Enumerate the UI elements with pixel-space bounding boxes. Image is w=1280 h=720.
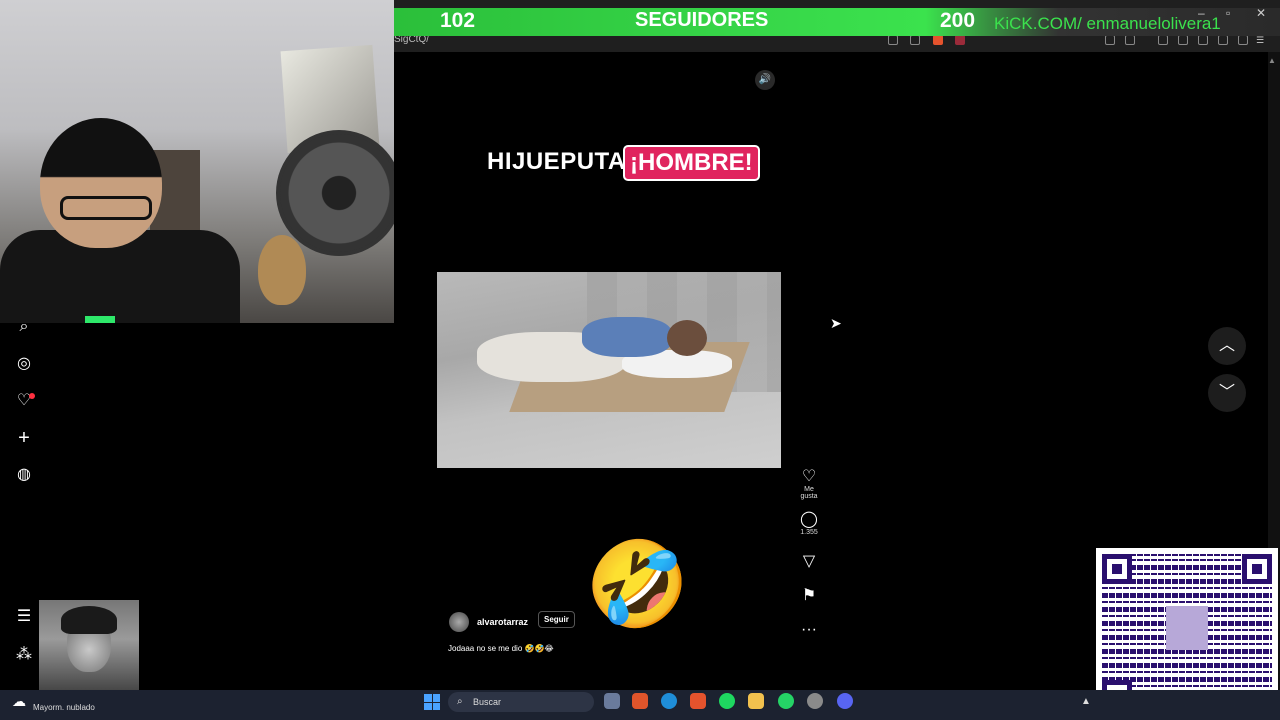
spotify-icon[interactable] xyxy=(719,693,735,709)
vpn-icon[interactable] xyxy=(1238,35,1248,45)
weather-text[interactable]: Mayorm. nublado xyxy=(33,703,95,712)
share-button[interactable]: ▽ xyxy=(795,553,823,571)
reel-video-frame[interactable] xyxy=(437,272,781,468)
menu-icon[interactable]: ☰ xyxy=(14,607,34,627)
share-icon[interactable] xyxy=(910,35,920,45)
windows-start-icon[interactable] xyxy=(424,694,440,710)
avatar-image xyxy=(39,600,139,698)
more-options-button[interactable]: ··· xyxy=(795,621,823,639)
bookmark-icon: ⚑ xyxy=(801,587,817,604)
file-explorer-icon[interactable] xyxy=(748,693,764,709)
app-icon[interactable] xyxy=(632,693,648,709)
comment-icon: ◯ xyxy=(800,511,818,528)
whatsapp-icon[interactable] xyxy=(778,693,794,709)
brave-rewards-icon[interactable] xyxy=(955,35,965,45)
extension-icon[interactable] xyxy=(1105,35,1115,45)
task-view-icon[interactable] xyxy=(604,693,620,709)
glasses xyxy=(60,196,152,220)
cast-icon[interactable] xyxy=(888,35,898,45)
taskbar-search-placeholder: Buscar xyxy=(473,697,502,707)
comment-button[interactable]: ◯ 1.355 xyxy=(795,511,823,536)
extension-icon[interactable] xyxy=(1125,35,1135,45)
author-avatar[interactable] xyxy=(449,612,469,632)
chevron-up-icon: ︿ xyxy=(1218,337,1235,354)
menu-icon[interactable]: ☰ xyxy=(1256,35,1266,45)
restore-icon[interactable]: ▫ xyxy=(1226,6,1230,20)
post-caption: Jodaaa no se me dio 🤣🤣😂 xyxy=(448,644,554,653)
mouse-cursor-icon: ➤ xyxy=(830,315,842,331)
downloads-icon[interactable] xyxy=(1198,35,1208,45)
mute-toggle-icon[interactable]: 🔊 xyxy=(755,70,775,90)
streamer-head xyxy=(40,118,162,248)
plus-icon[interactable]: + xyxy=(14,428,34,448)
qr-finder xyxy=(1102,554,1132,584)
like-label: Me gusta xyxy=(800,486,818,500)
sidebar-toggle-icon[interactable] xyxy=(1158,35,1168,45)
qr-pixelated-center xyxy=(1166,606,1208,650)
guitar xyxy=(258,235,306,305)
previous-reel-button[interactable]: ︿ xyxy=(1208,327,1246,365)
close-icon[interactable]: ✕ xyxy=(1256,6,1266,20)
save-button[interactable]: ⚑ xyxy=(795,587,823,605)
follower-current-count: 102 xyxy=(440,9,476,32)
profile-icon[interactable] xyxy=(1218,35,1228,45)
reel-caption-highlight: ¡HOMBRE! xyxy=(623,145,760,181)
fan xyxy=(276,130,394,256)
qr-finder xyxy=(1242,554,1272,584)
scroll-up-arrow-icon[interactable]: ▲ xyxy=(1268,56,1276,65)
green-light xyxy=(85,316,115,323)
like-button[interactable]: ♡ Me gusta xyxy=(795,468,823,500)
chevron-down-icon: ﹀ xyxy=(1218,384,1235,401)
search-icon[interactable]: ⌕ xyxy=(14,317,34,337)
heart-icon: ♡ xyxy=(801,468,817,485)
weather-cloud-icon[interactable]: ☁ xyxy=(12,693,26,710)
edge-icon[interactable] xyxy=(661,693,677,709)
taskbar-search[interactable] xyxy=(448,692,594,712)
ellipsis-icon: ··· xyxy=(801,621,817,638)
next-reel-button[interactable]: ﹀ xyxy=(1208,374,1246,412)
notification-dot xyxy=(29,393,35,399)
stream-channel-url: KiCK.COM/ enmanuelolivera1 xyxy=(994,14,1221,33)
app-icon[interactable] xyxy=(807,693,823,709)
comment-count: 1.355 xyxy=(800,529,818,536)
reel-caption-text: HIJUEPUTA, xyxy=(487,148,633,175)
video-person-shirt xyxy=(582,317,672,357)
follower-label: SEGUIDORES xyxy=(635,9,769,31)
webcam-feed xyxy=(0,0,394,323)
apps-icon[interactable]: ⁂ xyxy=(14,645,34,665)
system-tray-caret-icon[interactable]: ▲ xyxy=(1081,696,1091,707)
author-username[interactable]: alvarotarraz xyxy=(477,617,528,627)
video-person-head xyxy=(667,320,707,356)
send-icon: ▽ xyxy=(802,553,816,570)
avatar-hair xyxy=(61,606,117,634)
minimize-icon[interactable]: – xyxy=(1198,6,1205,20)
brave-shield-icon[interactable] xyxy=(933,35,943,45)
brave-icon[interactable] xyxy=(690,693,706,709)
discord-icon[interactable] xyxy=(837,693,853,709)
follower-goal-count: 200 xyxy=(940,9,976,32)
search-icon: ⌕ xyxy=(457,696,463,707)
laughing-emoji: 🤣 xyxy=(585,537,690,631)
follow-button[interactable]: Seguir xyxy=(538,611,575,628)
wallet-icon[interactable] xyxy=(1178,35,1188,45)
compass-icon[interactable]: ◎ xyxy=(14,354,34,374)
profile-icon[interactable]: ◍ xyxy=(14,465,34,485)
